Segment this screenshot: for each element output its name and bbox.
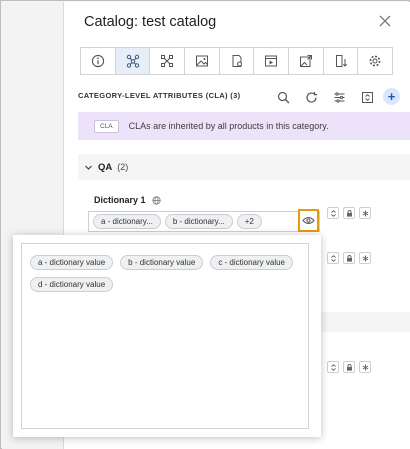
hierarchy-icon bbox=[126, 54, 139, 68]
lock-button[interactable] bbox=[343, 207, 355, 219]
collapse-button[interactable] bbox=[358, 88, 376, 106]
tab-file-download[interactable] bbox=[324, 48, 359, 74]
tab-document-settings[interactable] bbox=[220, 48, 255, 74]
video-icon bbox=[265, 55, 278, 67]
dictionary-value-chip[interactable]: b - dictionary value bbox=[120, 255, 204, 270]
refresh-button[interactable] bbox=[302, 88, 320, 106]
required-button[interactable] bbox=[359, 361, 371, 373]
lock-button[interactable] bbox=[343, 361, 355, 373]
cog-icon bbox=[369, 55, 381, 67]
value-chip[interactable]: b - dictionary... bbox=[164, 214, 233, 229]
image-export-icon bbox=[299, 55, 312, 67]
eye-icon bbox=[302, 217, 315, 224]
info-banner-text: CLAs are inherited by all products in th… bbox=[128, 121, 329, 131]
group-count: (2) bbox=[117, 162, 129, 172]
attribute-actions bbox=[327, 207, 371, 219]
refresh-icon bbox=[305, 91, 317, 103]
file-download-icon bbox=[335, 55, 347, 67]
value-chip[interactable]: a - dictionary... bbox=[93, 214, 161, 229]
dictionary-value-chip[interactable]: d - dictionary value bbox=[30, 277, 114, 292]
tab-nodes[interactable] bbox=[150, 48, 186, 74]
values-popover: a - dictionary value b - dictionary valu… bbox=[13, 235, 321, 437]
tab-video[interactable] bbox=[254, 48, 290, 74]
cla-header-actions bbox=[274, 88, 376, 106]
lock-icon bbox=[346, 363, 352, 371]
collapse-icon bbox=[361, 91, 373, 103]
sort-button[interactable] bbox=[327, 361, 339, 373]
group-header-qa[interactable]: QA (2) bbox=[78, 154, 410, 180]
tab-image-export[interactable] bbox=[289, 48, 324, 74]
more-values-chip[interactable]: +2 bbox=[236, 214, 262, 229]
image-icon bbox=[195, 55, 208, 67]
list-settings-button[interactable] bbox=[330, 88, 348, 106]
asterisk-icon bbox=[362, 255, 368, 261]
list-settings-icon bbox=[334, 91, 344, 103]
cla-section-header: CATEGORY-LEVEL ATTRIBUTES (CLA) (3) bbox=[78, 91, 241, 100]
asterisk-icon bbox=[362, 210, 368, 216]
attribute-label: Dictionary 1 bbox=[94, 195, 161, 205]
attribute-actions bbox=[327, 252, 371, 264]
lock-icon bbox=[346, 254, 352, 262]
cla-badge: CLA bbox=[94, 119, 119, 133]
required-button[interactable] bbox=[359, 207, 371, 219]
tab-settings[interactable] bbox=[358, 48, 392, 74]
values-list: a - dictionary value b - dictionary valu… bbox=[21, 243, 309, 429]
sort-button[interactable] bbox=[327, 207, 339, 219]
group-title: QA bbox=[98, 161, 113, 173]
close-icon[interactable] bbox=[378, 14, 392, 28]
lock-button[interactable] bbox=[343, 252, 355, 264]
add-attribute-button[interactable]: + bbox=[383, 88, 400, 105]
sort-button[interactable] bbox=[327, 252, 339, 264]
nodes-icon bbox=[161, 55, 174, 67]
asterisk-icon bbox=[362, 364, 368, 370]
window-frame: Catalog: test catalog CATEGORY-LEVEL ATT… bbox=[0, 0, 410, 449]
info-banner: CLA CLAs are inherited by all products i… bbox=[78, 112, 410, 140]
tab-info[interactable] bbox=[81, 48, 116, 74]
tab-images[interactable] bbox=[185, 48, 220, 74]
document-settings-icon bbox=[232, 55, 242, 67]
dictionary-value-chip[interactable]: a - dictionary value bbox=[30, 255, 114, 270]
info-icon bbox=[91, 54, 104, 68]
view-values-button[interactable] bbox=[298, 209, 319, 232]
dictionary-value-chip[interactable]: c - dictionary value bbox=[210, 255, 294, 270]
dictionary-value-field[interactable]: a - dictionary... b - dictionary... +2 bbox=[88, 211, 320, 232]
tab-toolbar bbox=[80, 47, 393, 75]
sort-icon bbox=[330, 209, 336, 217]
chevron-down-icon bbox=[85, 165, 92, 170]
panel-title: Catalog: test catalog bbox=[84, 14, 217, 30]
lock-icon bbox=[346, 209, 352, 217]
sort-icon bbox=[330, 363, 336, 371]
sort-icon bbox=[330, 254, 336, 262]
tab-hierarchy[interactable] bbox=[115, 48, 151, 74]
search-icon bbox=[277, 91, 289, 103]
attribute-actions bbox=[327, 361, 371, 373]
required-button[interactable] bbox=[359, 252, 371, 264]
globe-icon bbox=[151, 195, 161, 205]
attribute-name: Dictionary 1 bbox=[94, 195, 146, 205]
search-button[interactable] bbox=[274, 88, 292, 106]
